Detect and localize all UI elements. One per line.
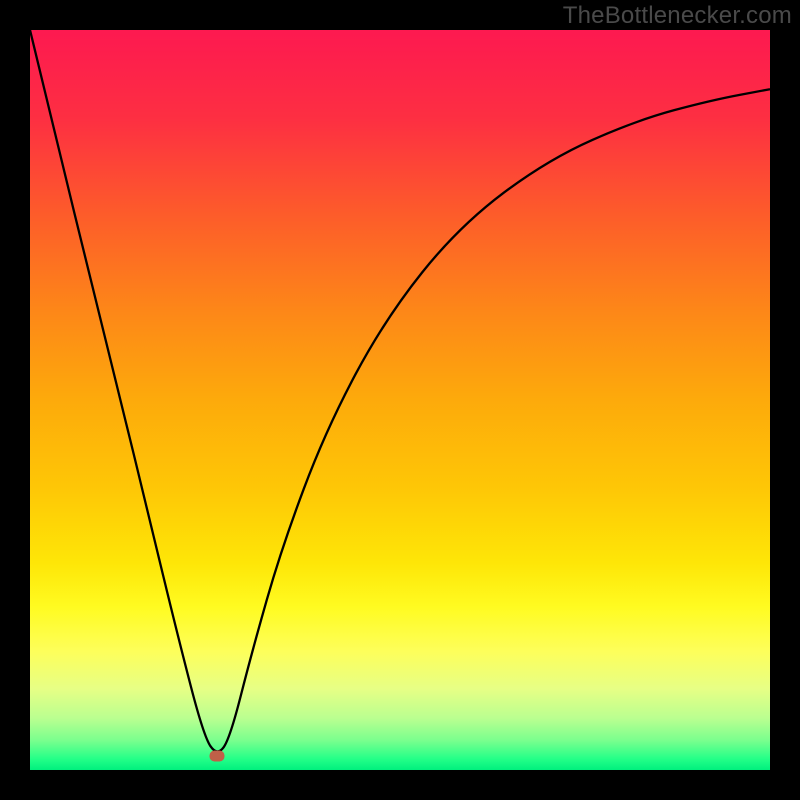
watermark-text: TheBottlenecker.com	[563, 2, 792, 30]
optimum-marker	[210, 750, 225, 761]
bottleneck-curve	[30, 30, 770, 770]
plot-frame	[30, 30, 770, 770]
